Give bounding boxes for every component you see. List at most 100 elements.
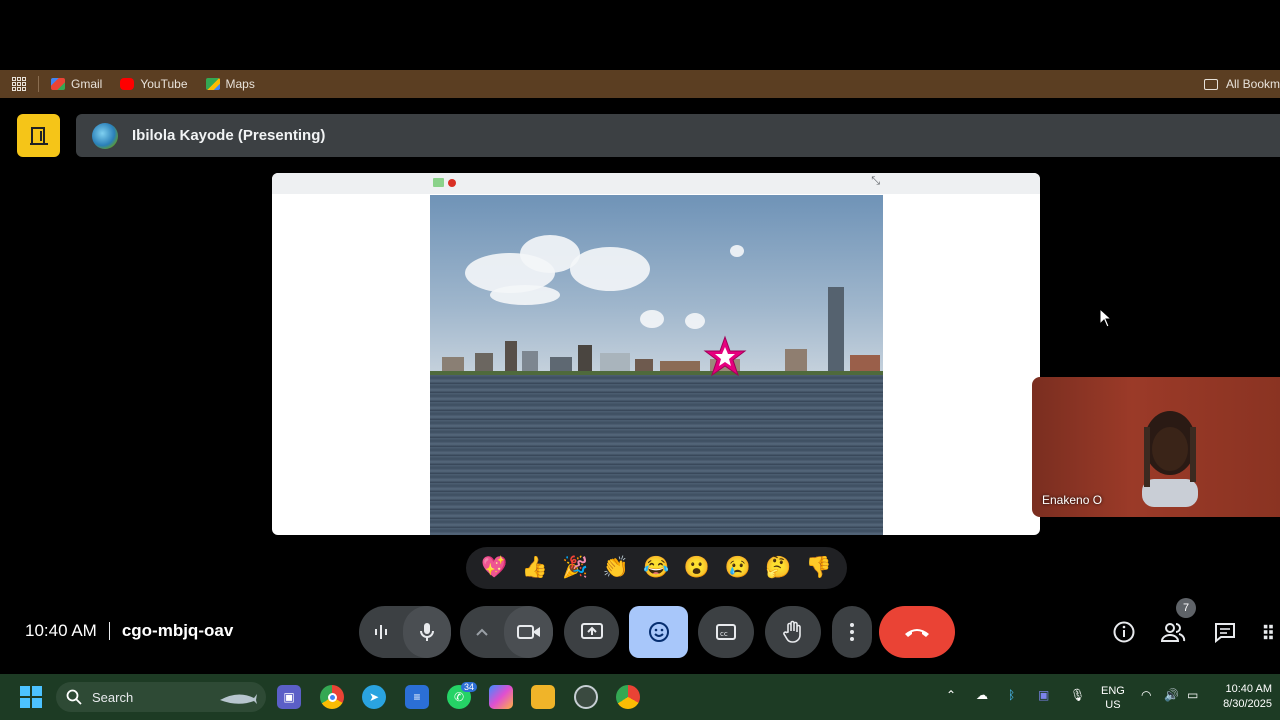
reaction-party-button[interactable]: 🎉 bbox=[560, 553, 590, 583]
reactions-bar: 💖 👍 🎉 👏 😂 😮 😢 🤔 👎 bbox=[466, 547, 847, 589]
audio-levels-icon bbox=[375, 625, 387, 639]
apps-grid-icon bbox=[1263, 624, 1273, 640]
battery-icon[interactable]: ▭ bbox=[1187, 688, 1198, 702]
bookmark-gmail[interactable]: Gmail bbox=[51, 77, 102, 91]
taskbar-chrome[interactable] bbox=[320, 685, 344, 709]
captions-icon: cc bbox=[716, 624, 736, 640]
photo-cloud bbox=[730, 245, 744, 257]
leave-call-button[interactable] bbox=[879, 606, 955, 658]
search-icon bbox=[66, 689, 82, 705]
region-line: US bbox=[1105, 699, 1121, 711]
whatsapp-badge: 34 bbox=[461, 682, 478, 692]
reaction-thinking-button[interactable]: 🤔 bbox=[763, 553, 793, 583]
more-options-button[interactable] bbox=[832, 606, 872, 658]
microphone-button[interactable] bbox=[403, 606, 451, 658]
wifi-icon[interactable]: ◠ bbox=[1141, 688, 1151, 702]
bookmark-label: Gmail bbox=[71, 77, 103, 91]
microphone-tray-icon[interactable]: 🎙 bbox=[1070, 688, 1085, 702]
taskbar-settings-app[interactable] bbox=[574, 685, 598, 709]
more-vertical-icon bbox=[850, 623, 854, 641]
all-bookmarks[interactable]: All Bookm bbox=[1203, 70, 1280, 98]
present-button[interactable] bbox=[564, 606, 619, 658]
apps-grid-icon[interactable] bbox=[12, 77, 26, 91]
meeting-info-divider bbox=[108, 622, 110, 640]
reaction-thumbs-down-button[interactable]: 👎 bbox=[804, 553, 834, 583]
clock-date: 8/30/2025 bbox=[1223, 698, 1272, 710]
maps-icon bbox=[205, 78, 220, 90]
meeting-details-button[interactable] bbox=[1111, 619, 1137, 645]
presenter-name: Ibilola Kayode (Presenting) bbox=[132, 127, 326, 144]
reaction-sad-button[interactable]: 😢 bbox=[723, 553, 753, 583]
raise-hand-button[interactable] bbox=[765, 606, 821, 658]
chat-icon bbox=[1215, 623, 1235, 643]
onedrive-off-icon[interactable]: ☁ bbox=[976, 688, 988, 702]
youtube-icon bbox=[120, 78, 135, 90]
reaction-laugh-button[interactable]: 😂 bbox=[641, 553, 671, 583]
search-label: Search bbox=[92, 689, 134, 705]
taskbar-meet-app[interactable]: ▣ bbox=[277, 685, 301, 709]
taskbar-telegram[interactable]: ➤ bbox=[362, 685, 386, 709]
window-icon bbox=[433, 178, 444, 187]
activities-button[interactable] bbox=[1262, 619, 1280, 645]
microphone-group bbox=[359, 606, 451, 658]
hand-icon bbox=[783, 620, 801, 643]
reaction-heart-button[interactable]: 💖 bbox=[479, 553, 509, 583]
meeting-details: 10:40 AM cgo-mbjq-oav bbox=[25, 621, 233, 641]
captions-button[interactable]: cc bbox=[698, 606, 754, 658]
bluetooth-icon[interactable]: ᛒ bbox=[1008, 688, 1015, 702]
volume-icon[interactable]: 🔊 bbox=[1164, 688, 1179, 702]
meeting-code: cgo-mbjq-oav bbox=[121, 621, 234, 640]
taskbar-file-explorer[interactable] bbox=[531, 685, 555, 709]
chat-button[interactable] bbox=[1212, 619, 1238, 645]
collapse-icon: ⤡ bbox=[871, 175, 880, 187]
meeting-time: 10:40 AM bbox=[25, 621, 97, 640]
present-screen-icon bbox=[580, 623, 603, 639]
emoji-icon bbox=[648, 622, 669, 642]
camera-group bbox=[460, 606, 553, 658]
participant-tile[interactable]: Enakeno O bbox=[1032, 377, 1280, 517]
camera-button[interactable] bbox=[504, 606, 553, 658]
reactions-button[interactable] bbox=[629, 606, 688, 658]
audio-levels-button[interactable] bbox=[359, 606, 403, 658]
participants-count-badge: 7 bbox=[1176, 598, 1196, 618]
screen: Gmail YouTube Maps All Bookm Ibilola Kay… bbox=[0, 0, 1280, 720]
photo-cloud bbox=[570, 247, 650, 291]
bookmarks-divider bbox=[38, 76, 39, 92]
all-bookmarks-label: All Bookm bbox=[1225, 77, 1280, 91]
microphone-icon bbox=[420, 623, 434, 641]
photo-cloud bbox=[640, 310, 664, 328]
avatar bbox=[92, 122, 118, 149]
shared-window-titlebar: ⤡ bbox=[272, 173, 1040, 194]
photo-building bbox=[505, 341, 517, 375]
reaction-surprised-button[interactable]: 😮 bbox=[682, 553, 712, 583]
phone-hangup-icon bbox=[905, 629, 929, 637]
photo-cloud bbox=[490, 285, 560, 305]
shared-photo-skyline bbox=[430, 195, 883, 535]
taskbar-search[interactable]: Search bbox=[56, 682, 266, 712]
shared-screen: ⤡ bbox=[272, 173, 1040, 535]
clock-time: 10:40 AM bbox=[1225, 683, 1272, 695]
reaction-clap-button[interactable]: 👏 bbox=[601, 553, 631, 583]
taskbar-notepad[interactable]: ≡ bbox=[405, 685, 429, 709]
taskbar-chrome-profile[interactable] bbox=[616, 685, 640, 709]
windows-start-icon[interactable] bbox=[20, 686, 42, 708]
bookmark-youtube[interactable]: YouTube bbox=[120, 77, 188, 91]
recording-dot-icon bbox=[448, 179, 456, 187]
bookmark-maps[interactable]: Maps bbox=[205, 77, 255, 91]
exit-presentation-button[interactable] bbox=[17, 114, 60, 157]
bookmarks-bar: Gmail YouTube Maps All Bookm bbox=[0, 70, 1280, 98]
bookmark-label: Maps bbox=[225, 77, 255, 91]
teams-icon[interactable]: ▣ bbox=[1038, 688, 1049, 702]
tray-overflow-icon[interactable]: ⌃ bbox=[946, 688, 956, 702]
camera-options-button[interactable] bbox=[460, 606, 504, 658]
bookmark-label: YouTube bbox=[140, 77, 188, 91]
participant-video bbox=[1142, 411, 1198, 507]
people-button[interactable] bbox=[1160, 619, 1186, 645]
taskbar-clock[interactable]: 10:40 AM 8/30/2025 bbox=[1223, 682, 1272, 712]
reaction-thumbs-up-button[interactable]: 👍 bbox=[520, 553, 550, 583]
taskbar-copilot[interactable] bbox=[489, 685, 513, 709]
chevron-up-icon bbox=[476, 628, 488, 636]
photo-cloud bbox=[685, 313, 705, 329]
svg-text:cc: cc bbox=[720, 630, 728, 638]
language-indicator[interactable]: ENG US bbox=[1101, 684, 1125, 712]
